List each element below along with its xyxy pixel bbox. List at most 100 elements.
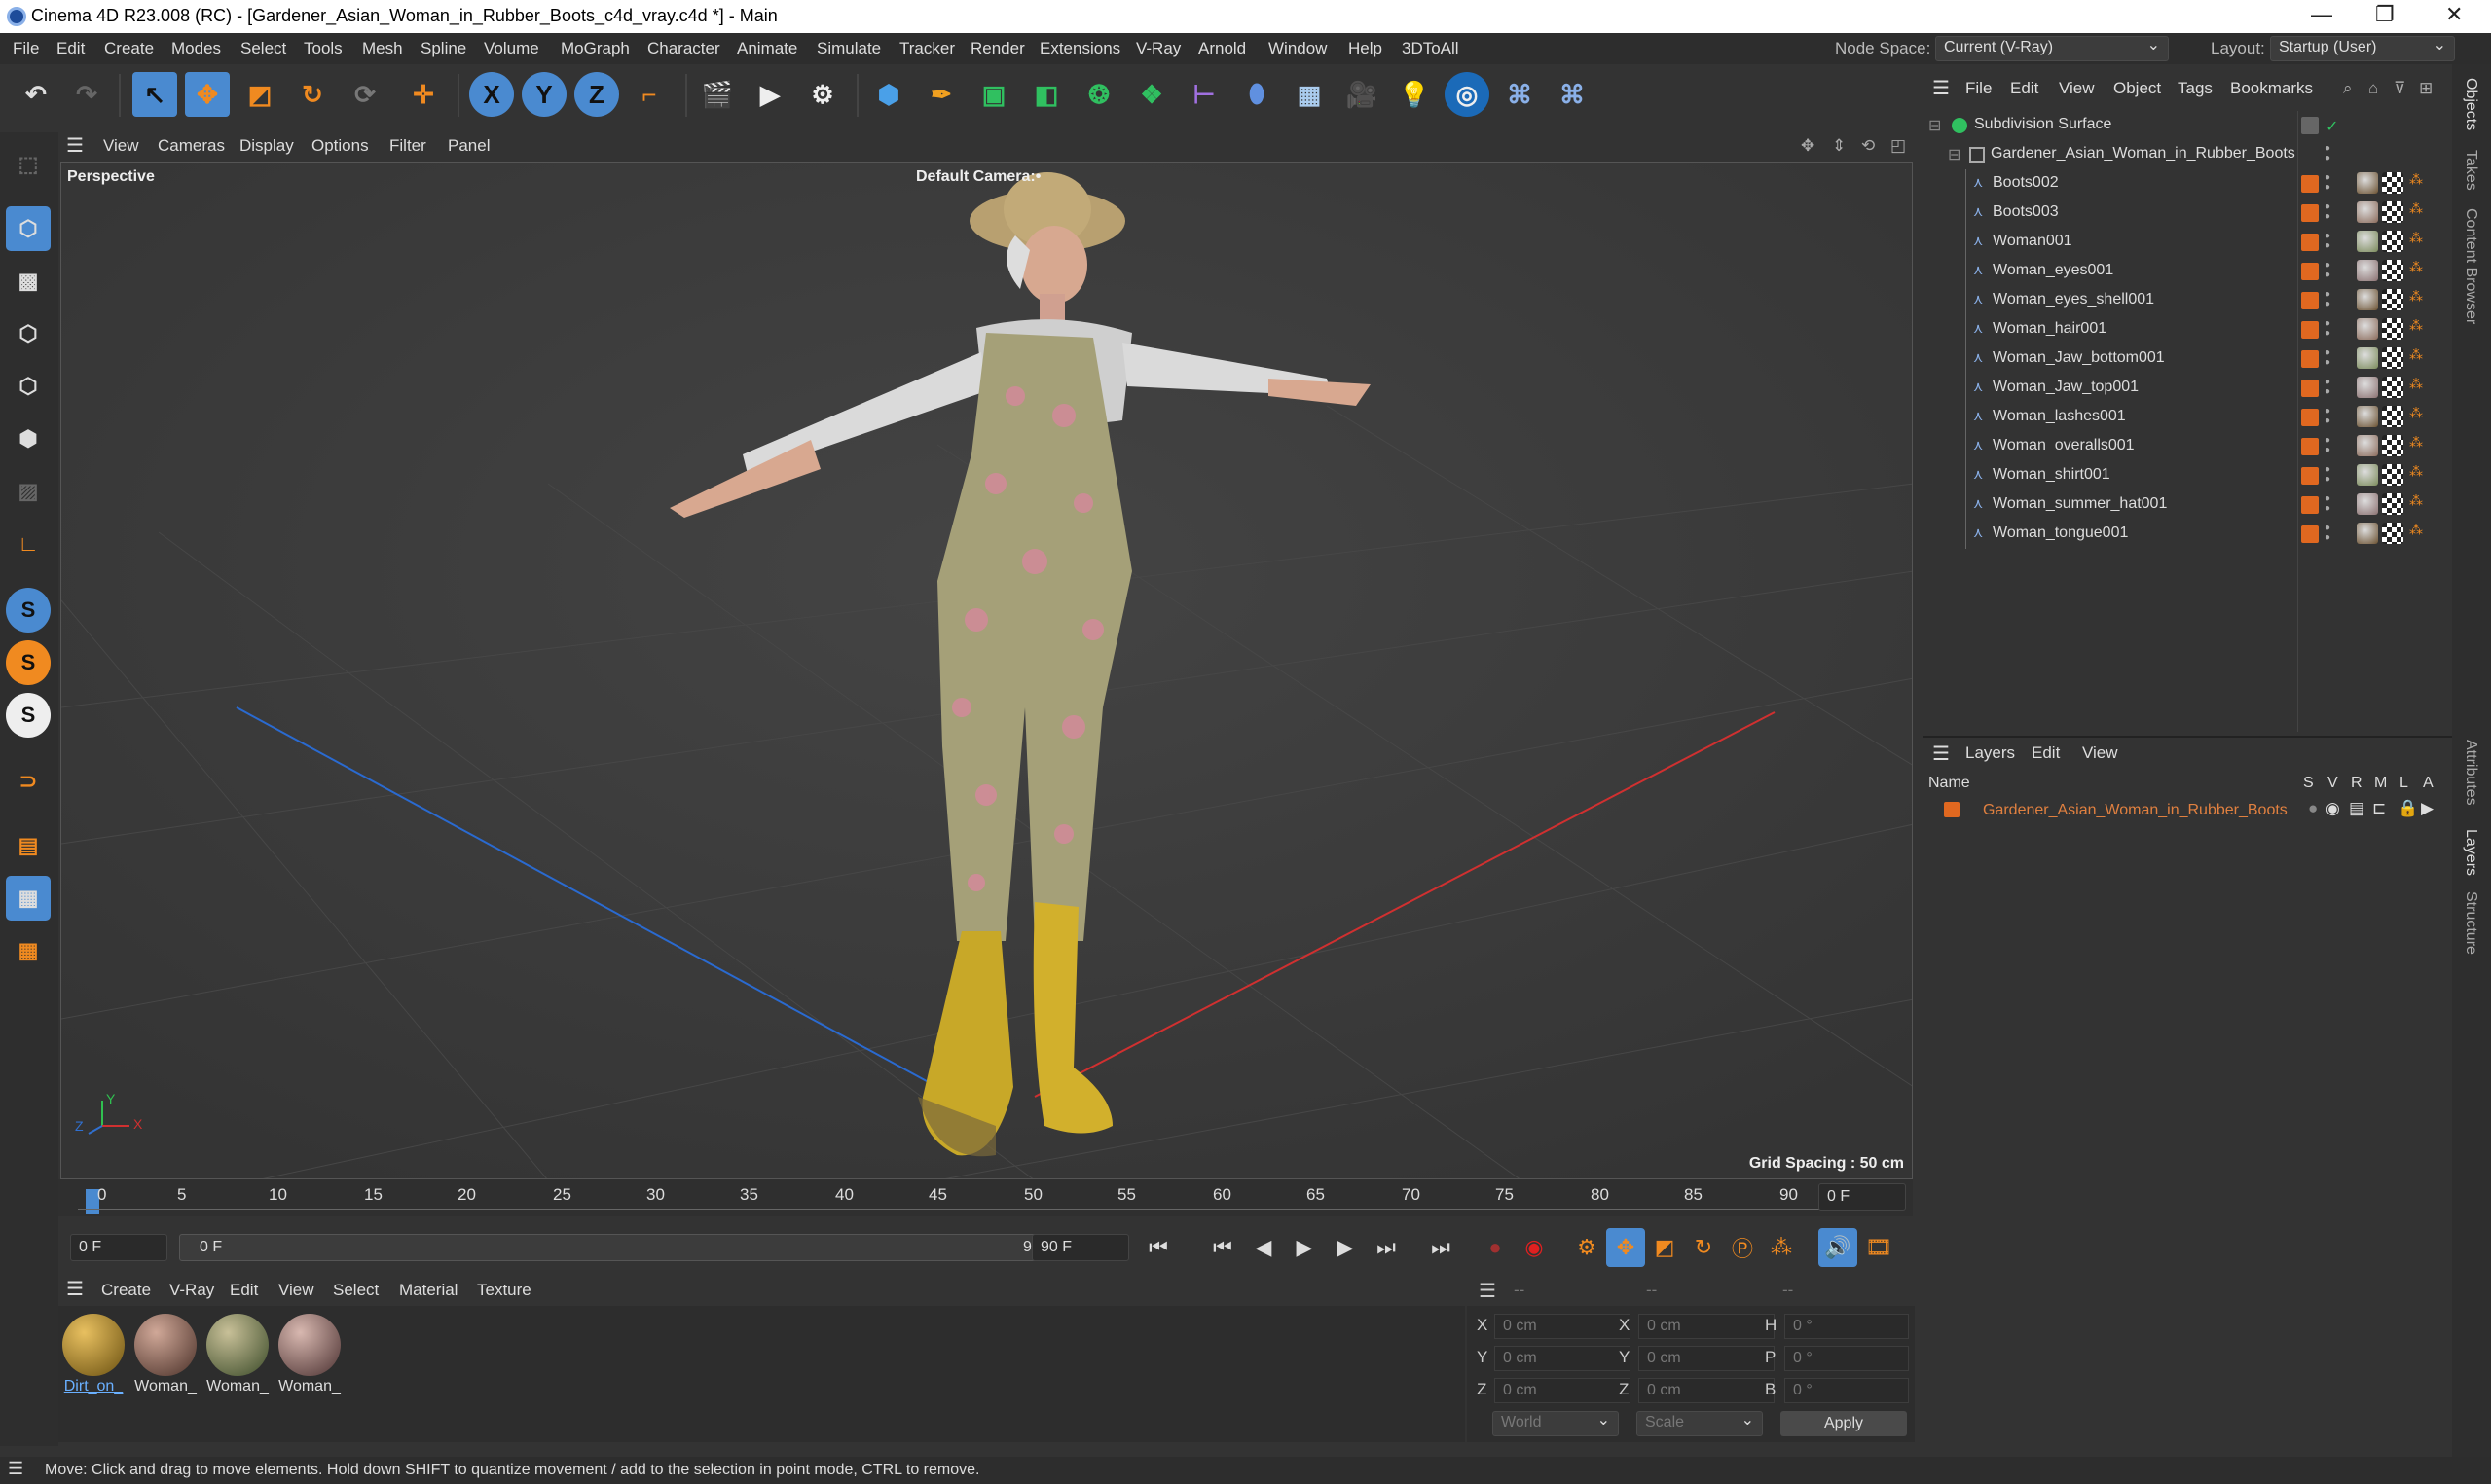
- vray-tag-icon[interactable]: ⁂: [2409, 376, 2423, 392]
- camera-icon[interactable]: 🎥: [1339, 72, 1384, 117]
- layer-tag-icon[interactable]: [2301, 496, 2319, 514]
- viewport-menu-options[interactable]: Options: [311, 136, 369, 156]
- redo-icon[interactable]: ↷: [64, 72, 109, 117]
- tree-row-object[interactable]: ⋏ Woman_eyes001 ● ● ⁂: [1923, 257, 2452, 286]
- vray-tag-icon[interactable]: ⁂: [2409, 259, 2423, 275]
- lock-workplane-icon[interactable]: ▦: [6, 876, 51, 921]
- tree-row-object[interactable]: ⋏ Woman_hair001 ● ● ⁂: [1923, 315, 2452, 344]
- pos-z-field[interactable]: 0 cm: [1494, 1378, 1630, 1403]
- 3d-viewport[interactable]: Y X Z Perspective Default Camera:• Grid …: [60, 162, 1913, 1179]
- rotate-icon[interactable]: ↻: [290, 72, 335, 117]
- menu-arnold[interactable]: Arnold: [1198, 39, 1246, 58]
- object-hamburger-icon[interactable]: ☰: [1932, 76, 1950, 100]
- pos-y-field[interactable]: 0 cm: [1494, 1346, 1630, 1371]
- z-axis-icon[interactable]: Z: [574, 72, 619, 117]
- layout-dropdown[interactable]: Startup (User): [2270, 35, 2455, 61]
- menu-3dtoall[interactable]: 3DToAll: [1402, 39, 1459, 58]
- tree-row-object[interactable]: ⋏ Boots003 ● ● ⁂: [1923, 199, 2452, 228]
- menu-animate[interactable]: Animate: [737, 39, 797, 58]
- light-icon[interactable]: 💡: [1392, 72, 1437, 117]
- menu-window[interactable]: Window: [1268, 39, 1327, 58]
- viewport-menu-cameras[interactable]: Cameras: [158, 136, 225, 156]
- menu-render[interactable]: Render: [971, 39, 1025, 58]
- tree-row-object[interactable]: ⋏ Woman_Jaw_bottom001 ● ● ⁂: [1923, 344, 2452, 374]
- prev-frame-icon[interactable]: ◀: [1244, 1228, 1283, 1267]
- snap-icon[interactable]: S: [6, 588, 51, 633]
- size-y-field[interactable]: 0 cm: [1638, 1346, 1775, 1371]
- material-tag-icon[interactable]: [2357, 347, 2378, 369]
- vray-tag-icon[interactable]: ⁂: [2409, 200, 2423, 217]
- collapse-icon[interactable]: ⊟: [1948, 145, 1960, 164]
- workplane-rotate-icon[interactable]: ▦: [6, 928, 51, 973]
- menu-character[interactable]: Character: [647, 39, 720, 58]
- timeline-film-icon[interactable]: 🎞: [1859, 1228, 1898, 1267]
- dolly-view-icon[interactable]: ⇕: [1832, 136, 1846, 156]
- visibility-dots-icon[interactable]: ● ●: [2325, 144, 2332, 165]
- home-icon[interactable]: ⌂: [2368, 79, 2378, 98]
- texture-mode-icon[interactable]: ▩: [6, 259, 51, 304]
- workplane-icon[interactable]: ▤: [6, 823, 51, 868]
- axis-mode-icon[interactable]: ∟: [6, 522, 51, 566]
- viewport-menu-display[interactable]: Display: [239, 136, 294, 156]
- tree-row-group[interactable]: ⊟ Gardener_Asian_Woman_in_Rubber_Boots ●…: [1923, 140, 2452, 169]
- select-icon[interactable]: ↖: [132, 72, 177, 117]
- material-swatch[interactable]: Dirt_on_: [60, 1312, 127, 1399]
- layer-tag-icon[interactable]: [2301, 525, 2319, 543]
- maximize-button[interactable]: ❐: [2375, 2, 2395, 27]
- tree-row-object[interactable]: ⋏ Woman_Jaw_top001 ● ● ⁂: [1923, 374, 2452, 403]
- material-menu-edit[interactable]: Edit: [230, 1281, 258, 1300]
- render-settings-icon[interactable]: ⚙: [800, 72, 845, 117]
- tab-structure[interactable]: Structure: [2462, 891, 2479, 955]
- material-menu-create[interactable]: Create: [101, 1281, 151, 1300]
- material-tag-icon[interactable]: [2357, 289, 2378, 310]
- tab-objects[interactable]: Objects: [2462, 78, 2479, 130]
- layer-menu-layers[interactable]: Layers: [1965, 743, 2015, 763]
- layer-render-icon[interactable]: ▤: [2349, 799, 2364, 818]
- timeline-ruler[interactable]: 0 5 10 15 20 25 30 35 40 45 50 55 60 65 …: [58, 1179, 1913, 1216]
- menu-vray[interactable]: V-Ray: [1136, 39, 1181, 58]
- layer-row[interactable]: Gardener_Asian_Woman_in_Rubber_Boots ● ◉…: [1923, 796, 2452, 825]
- visibility-dots-icon[interactable]: ● ●: [2325, 407, 2332, 428]
- layer-color-swatch[interactable]: [1944, 802, 1960, 817]
- vray-tag-icon[interactable]: ⁂: [2409, 317, 2423, 334]
- object-menu-bookmarks[interactable]: Bookmarks: [2230, 79, 2313, 98]
- visibility-dots-icon[interactable]: ● ●: [2325, 232, 2332, 253]
- collapse-icon[interactable]: ⊟: [1928, 116, 1941, 135]
- magnet-icon[interactable]: ⊃: [6, 759, 51, 804]
- viewport-menu-filter[interactable]: Filter: [389, 136, 426, 156]
- uvw-tag-icon[interactable]: [2382, 347, 2403, 369]
- visibility-dots-icon[interactable]: ● ●: [2325, 465, 2332, 487]
- menu-mesh[interactable]: Mesh: [362, 39, 403, 58]
- material-tag-icon[interactable]: [2357, 377, 2378, 398]
- pen-icon[interactable]: ✒: [919, 72, 964, 117]
- visibility-dots-icon[interactable]: ● ●: [2325, 261, 2332, 282]
- size-z-field[interactable]: 0 cm: [1638, 1378, 1775, 1403]
- menu-mograph[interactable]: MoGraph: [561, 39, 630, 58]
- maximize-view-icon[interactable]: ◰: [1890, 136, 1906, 156]
- prev-key-icon[interactable]: ⏮: [1203, 1228, 1242, 1267]
- menu-select[interactable]: Select: [240, 39, 286, 58]
- search-icon[interactable]: ⌕: [2343, 79, 2353, 98]
- uvw-tag-icon[interactable]: [2382, 289, 2403, 310]
- vray-tag-icon[interactable]: ⁂: [2409, 463, 2423, 480]
- menu-modes[interactable]: Modes: [171, 39, 221, 58]
- record-icon[interactable]: ●: [1476, 1228, 1515, 1267]
- material-swatch[interactable]: Woman_: [204, 1312, 271, 1399]
- uvw-tag-icon[interactable]: [2382, 172, 2403, 194]
- coord-size-dropdown[interactable]: Scale: [1636, 1410, 1763, 1436]
- coord-hamburger-icon[interactable]: ☰: [1479, 1279, 1496, 1303]
- visibility-dots-icon[interactable]: ● ●: [2325, 202, 2332, 224]
- pan-view-icon[interactable]: ✥: [1801, 136, 1814, 156]
- key-position-icon[interactable]: ✥: [1606, 1228, 1645, 1267]
- material-tag-icon[interactable]: [2357, 318, 2378, 340]
- tree-row-object[interactable]: ⋏ Woman001 ● ● ⁂: [1923, 228, 2452, 257]
- pos-x-field[interactable]: 0 cm: [1494, 1314, 1630, 1339]
- close-button[interactable]: ✕: [2445, 2, 2463, 27]
- layer-animation-icon[interactable]: ▶: [2421, 799, 2434, 818]
- tree-row-object[interactable]: ⋏ Woman_tongue001 ● ● ⁂: [1923, 520, 2452, 549]
- rot-b-field[interactable]: 0 °: [1784, 1378, 1909, 1403]
- key-rotation-icon[interactable]: ↻: [1684, 1228, 1723, 1267]
- layer-tag-icon[interactable]: [2301, 292, 2319, 309]
- vray-tag-icon[interactable]: ⁂: [2409, 230, 2423, 246]
- material-tag-icon[interactable]: [2357, 172, 2378, 194]
